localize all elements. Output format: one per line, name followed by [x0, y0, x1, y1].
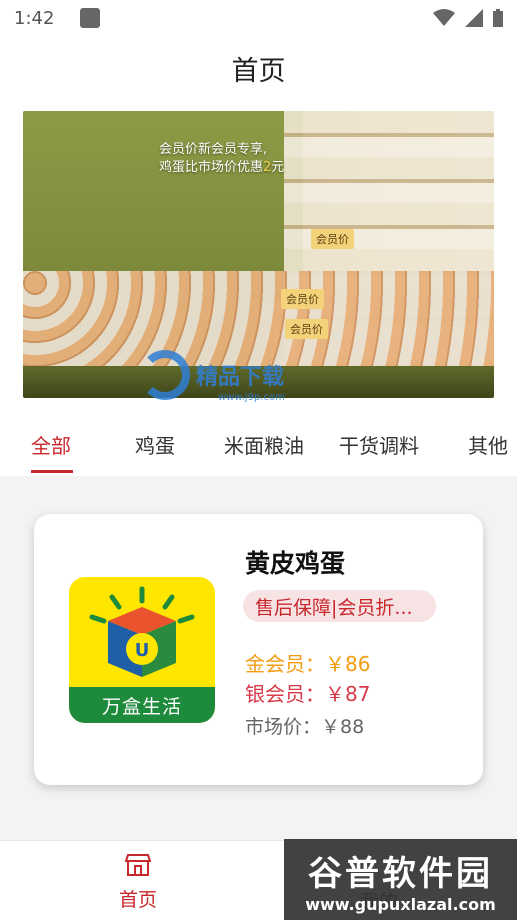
tab-grain-oil[interactable]: 米面粮油 — [224, 430, 304, 459]
status-time: 1:42 — [14, 7, 55, 29]
home-store-icon — [124, 854, 152, 876]
price-tag: 会员价 — [285, 319, 328, 339]
nav-home[interactable]: 首页 — [110, 853, 166, 912]
watermark-site-url: www.gupuxlazal.com — [305, 894, 496, 914]
status-icons — [433, 9, 503, 27]
banner-section: 会员价新会员专享, 鸡蛋比市场价优惠2元 会员价 会员价 会员价 精品下载 ww… — [0, 100, 517, 410]
tab-other[interactable]: 其他 — [468, 430, 508, 459]
tab-dried-goods[interactable]: 干货调料 — [339, 430, 419, 459]
product-name: 黄皮鸡蛋 — [245, 549, 346, 578]
page-header: 首页 — [0, 36, 517, 100]
status-bar: 1:42 — [0, 0, 517, 36]
price-tag: 会员价 — [311, 229, 354, 249]
page-title: 首页 — [231, 55, 286, 87]
battery-icon — [493, 9, 503, 27]
signal-icon — [465, 9, 483, 27]
watermark-logo: 精品下载 www.j9p.com — [140, 350, 285, 403]
store-box-icon: U — [89, 586, 195, 677]
price-tag: 会员价 — [281, 289, 324, 309]
active-tab-indicator — [31, 470, 73, 473]
watermark-overlay: 谷普软件园 www.gupuxlazal.com — [284, 839, 517, 920]
banner-promo-text: 会员价新会员专享, 鸡蛋比市场价优惠2元 — [159, 141, 284, 177]
market-price: 市场价：￥88 — [245, 716, 365, 738]
tab-eggs[interactable]: 鸡蛋 — [135, 430, 175, 459]
product-logo-text: 万盒生活 — [69, 687, 215, 723]
promo-line-1: 会员价新会员专享, — [159, 142, 268, 157]
notification-icon — [80, 8, 101, 28]
category-tabs: 全部 鸡蛋 米面粮油 干货调料 其他 — [0, 410, 517, 476]
tab-all[interactable]: 全部 — [31, 430, 71, 459]
watermark-circle-icon — [140, 350, 190, 400]
wifi-icon — [433, 9, 455, 26]
watermark-site-name: 谷普软件园 — [308, 853, 493, 894]
promo-line-2: 鸡蛋比市场价优惠2元 — [159, 160, 285, 175]
watermark-url: www.j9p.com — [218, 392, 285, 403]
gold-member-price: 金会员：￥86 — [245, 652, 371, 676]
product-badge: 售后保障|会员折... — [243, 590, 436, 622]
product-card[interactable]: U 万盒生活 黄皮鸡蛋 售后保障|会员折... 金会员：￥86 银会员：￥87 … — [34, 514, 483, 785]
svg-text:U: U — [135, 640, 150, 661]
product-image: U 万盒生活 — [69, 577, 215, 723]
watermark-name: 精品下载 — [196, 365, 285, 390]
silver-member-price: 银会员：￥87 — [245, 682, 371, 706]
nav-home-label: 首页 — [118, 889, 157, 911]
